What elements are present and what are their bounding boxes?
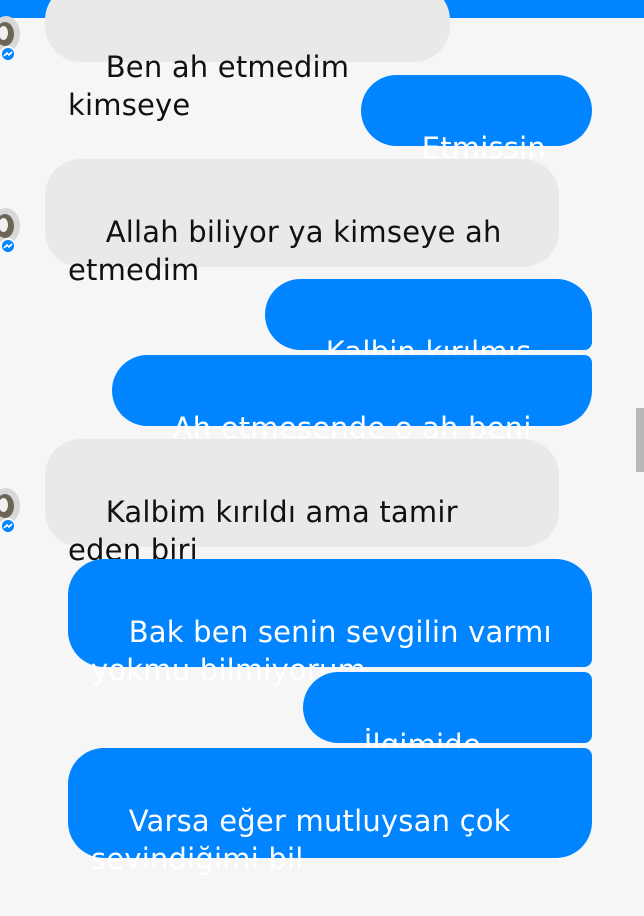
message-bubble-incoming[interactable]: Ben ah etmedim kimseye [45, 0, 450, 122]
message-bubble-outgoing[interactable]: Bak ben senin sevgilin varmı yokmu bilmi… [68, 559, 592, 687]
message-bubble-outgoing[interactable]: Kalbin kırılmış buse [265, 279, 592, 407]
avatar[interactable] [0, 488, 20, 534]
message-bubble-incoming[interactable]: Allah biliyor ya kimseye ah etmedim [45, 159, 559, 287]
message-text: Allah biliyor ya kimseye ah etmedim [68, 215, 502, 287]
avatar[interactable] [0, 208, 20, 254]
message-bubble-outgoing[interactable]: Etmişsin işte [361, 75, 592, 203]
avatar[interactable] [0, 16, 20, 62]
message-bubble-outgoing[interactable]: Ah etmesende o ah beni buldu [112, 355, 592, 483]
message-text: Varsa eğer mutluysan çok sevindiğimi bil [91, 804, 511, 876]
messenger-badge-icon [0, 238, 16, 254]
messenger-badge-icon [0, 46, 16, 62]
message-bubble-outgoing[interactable]: Varsa eğer mutluysan çok sevindiğimi bil [68, 748, 592, 876]
message-text: Ben ah etmedim kimseye [68, 50, 359, 122]
messenger-badge-icon [0, 518, 16, 534]
message-bubble-incoming[interactable]: Kalbim kırıldı ama tamir eden biri çıktı… [45, 439, 559, 605]
scrollbar[interactable] [636, 408, 644, 472]
message-bubble-outgoing[interactable]: İlgimide çekmiyo [303, 672, 592, 800]
